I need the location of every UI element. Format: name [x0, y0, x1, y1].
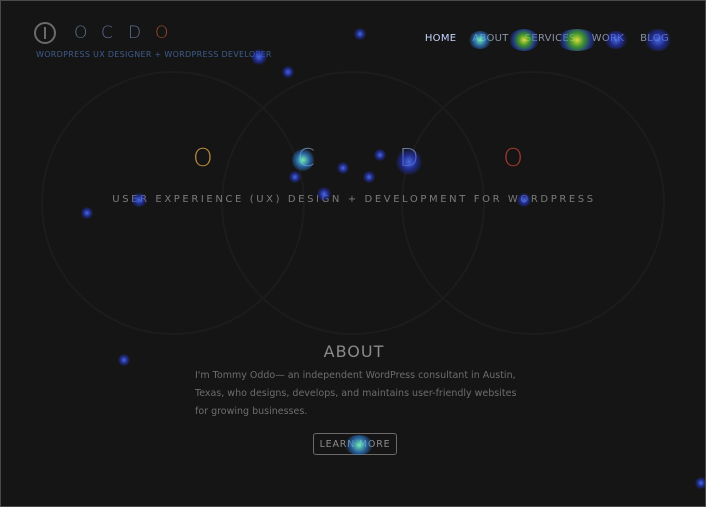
heatmap-spot [282, 66, 294, 78]
nav-item-work[interactable]: WORK [592, 33, 624, 44]
nav-item-blog[interactable]: BLOG [640, 33, 669, 44]
hero-subtitle: USER EXPERIENCE (UX) DESIGN + DEVELOPMEN… [112, 194, 596, 205]
learn-more-button[interactable]: LEARN MORE [313, 433, 397, 455]
hero-letter: O [193, 143, 213, 172]
page-frame: O C D O WORDPRESS UX DESIGNER + WORDPRES… [0, 0, 706, 507]
heatmap-spot [695, 477, 705, 489]
hero-letter: D [399, 143, 419, 172]
about-paragraph: I'm Tommy Oddo— an independent WordPress… [195, 370, 517, 417]
nav-item-home[interactable]: HOME [425, 33, 457, 44]
logo-letter: O [74, 23, 88, 43]
about-heading: ABOUT [323, 342, 385, 361]
heatmap-spot [354, 28, 366, 40]
main-navigation: HOME ABOUT SERVICES WORK BLOG [425, 33, 669, 44]
nav-item-services[interactable]: SERVICES [525, 33, 576, 44]
logo-power-icon [34, 22, 56, 44]
logo-wordmark: O C D O [74, 23, 182, 43]
logo-letter: O [155, 23, 169, 43]
logo-letter: C [101, 23, 113, 43]
hero-wordmark: O C D O [193, 143, 523, 172]
hero-letter: O [503, 143, 523, 172]
nav-item-about[interactable]: ABOUT [472, 33, 508, 44]
logo-letter: D [128, 23, 142, 43]
site-logo[interactable]: O C D O [34, 18, 182, 48]
hero-letter: C [297, 143, 315, 172]
site-tagline: WORDPRESS UX DESIGNER + WORDPRESS DEVELO… [36, 50, 272, 59]
